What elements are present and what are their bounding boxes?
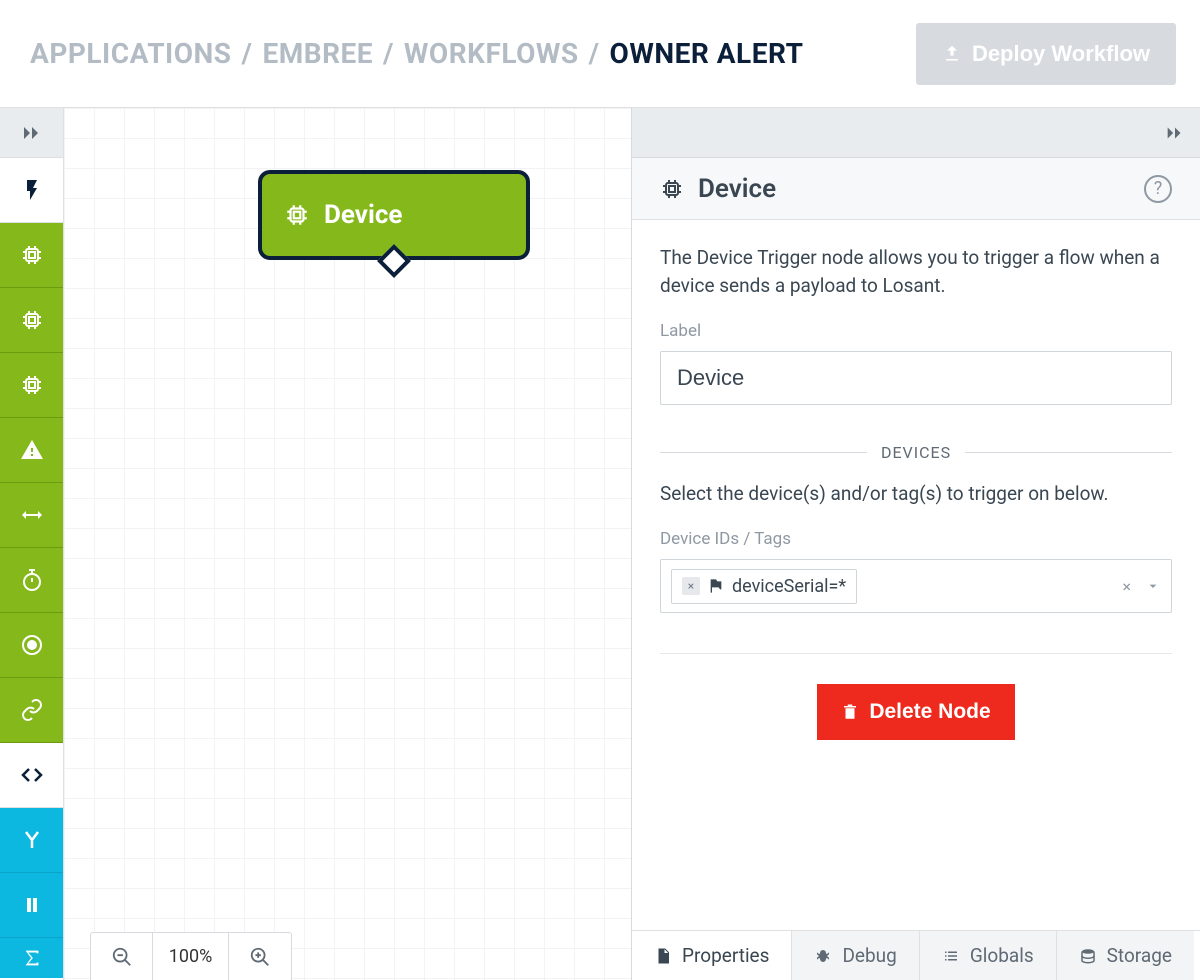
breadcrumb-current: OWNER ALERT — [610, 37, 804, 70]
document-icon — [654, 947, 672, 965]
zoom-in-button[interactable] — [229, 933, 291, 980]
panel-collapse-button[interactable] — [632, 108, 1200, 158]
flag-icon — [708, 578, 724, 594]
device-node-label: Device — [324, 200, 402, 230]
chevron-double-right-icon — [20, 121, 44, 145]
toolbar-code-button[interactable] — [0, 743, 63, 808]
list-icon — [942, 947, 960, 965]
tab-debug[interactable]: Debug — [792, 931, 919, 980]
divider — [660, 653, 1172, 654]
devices-section-divider: DEVICES — [660, 443, 1172, 462]
toolbar-device2-button[interactable] — [0, 288, 63, 353]
header: APPLICATIONS / EMBREE / WORKFLOWS / OWNE… — [0, 0, 1200, 108]
toolbar-pause-button[interactable] — [0, 873, 63, 938]
database-icon — [1079, 947, 1097, 965]
devices-section-help: Select the device(s) and/or tag(s) to tr… — [660, 482, 1172, 505]
toolbar-triggers-button[interactable] — [0, 158, 63, 223]
bug-icon — [814, 947, 832, 965]
device-ids-input[interactable]: × deviceSerial=* × — [660, 559, 1172, 613]
panel-tabs: Properties Debug Globals Storage — [632, 930, 1200, 980]
toolbar-collapse-button[interactable] — [0, 108, 63, 158]
chip-icon — [20, 243, 44, 267]
trash-icon — [841, 703, 859, 721]
chip-icon — [660, 177, 684, 201]
delete-node-button[interactable]: Delete Node — [817, 684, 1014, 740]
swap-icon — [20, 503, 44, 527]
record-icon — [20, 633, 44, 657]
toolbar-device3-button[interactable] — [0, 353, 63, 418]
chip-icon — [20, 373, 44, 397]
tag-input-controls: × — [1122, 577, 1161, 596]
device-node[interactable]: Device — [258, 170, 530, 260]
toolbar-swap-button[interactable] — [0, 483, 63, 548]
workflow-canvas[interactable]: Device 100% — [64, 108, 632, 980]
main: Device 100% Device ? The — [0, 108, 1200, 980]
tab-properties-label: Properties — [682, 944, 769, 967]
divider-line — [965, 452, 1172, 453]
label-field-label: Label — [660, 321, 1172, 341]
breadcrumb-sep: / — [242, 37, 253, 70]
toolbar-sum-button[interactable] — [0, 938, 63, 978]
tab-debug-label: Debug — [842, 944, 896, 967]
node-output-port[interactable] — [377, 244, 411, 278]
toolbar-warning-button[interactable] — [0, 418, 63, 483]
clear-tags-button[interactable]: × — [1122, 577, 1131, 596]
branch-icon — [20, 828, 44, 852]
panel-body: The Device Trigger node allows you to tr… — [632, 220, 1200, 930]
zoom-in-icon — [249, 946, 271, 968]
delete-node-label: Delete Node — [869, 700, 990, 724]
zoom-controls: 100% — [90, 932, 292, 980]
upload-icon — [942, 44, 962, 64]
left-toolbar — [0, 108, 64, 980]
zoom-out-button[interactable] — [91, 933, 153, 980]
dropdown-caret-icon[interactable] — [1145, 578, 1161, 594]
toolbar-link-button[interactable] — [0, 678, 63, 743]
help-button[interactable]: ? — [1144, 175, 1172, 203]
devices-section-title: DEVICES — [881, 443, 951, 462]
device-tag-label: deviceSerial=* — [732, 576, 846, 597]
panel-header: Device ? — [632, 158, 1200, 220]
code-icon — [20, 763, 44, 787]
toolbar-branch-button[interactable] — [0, 808, 63, 873]
deploy-workflow-label: Deploy Workflow — [972, 41, 1150, 67]
panel-description: The Device Trigger node allows you to tr… — [660, 244, 1172, 299]
toolbar-device-button[interactable] — [0, 223, 63, 288]
link-icon — [20, 698, 44, 722]
panel-title: Device — [698, 174, 776, 204]
chevron-double-right-icon — [1164, 122, 1186, 144]
breadcrumb-workflows[interactable]: WORKFLOWS — [404, 37, 579, 70]
chip-icon — [20, 308, 44, 332]
chip-icon — [284, 202, 310, 228]
remove-tag-button[interactable]: × — [682, 577, 700, 595]
stopwatch-icon — [20, 568, 44, 592]
breadcrumb-sep: / — [383, 37, 394, 70]
tab-storage-label: Storage — [1107, 944, 1172, 967]
toolbar-timer-button[interactable] — [0, 548, 63, 613]
label-input[interactable] — [660, 351, 1172, 405]
zoom-level: 100% — [153, 933, 229, 980]
breadcrumb: APPLICATIONS / EMBREE / WORKFLOWS / OWNE… — [30, 37, 803, 70]
help-icon: ? — [1154, 178, 1163, 199]
breadcrumb-embree[interactable]: EMBREE — [262, 37, 373, 70]
bolt-icon — [20, 178, 44, 202]
properties-panel: Device ? The Device Trigger node allows … — [632, 108, 1200, 980]
zoom-out-icon — [111, 946, 133, 968]
divider-line — [660, 452, 867, 453]
tab-globals-label: Globals — [970, 944, 1034, 967]
tab-properties[interactable]: Properties — [632, 931, 792, 980]
tab-storage[interactable]: Storage — [1057, 931, 1194, 980]
deploy-workflow-button[interactable]: Deploy Workflow — [916, 23, 1176, 85]
device-ids-label: Device IDs / Tags — [660, 529, 1172, 549]
toolbar-record-button[interactable] — [0, 613, 63, 678]
panel-title-group: Device — [660, 174, 776, 204]
warning-icon — [20, 438, 44, 462]
breadcrumb-sep: / — [589, 37, 600, 70]
device-tag-chip: × deviceSerial=* — [671, 569, 857, 604]
breadcrumb-applications[interactable]: APPLICATIONS — [30, 37, 232, 70]
tab-globals[interactable]: Globals — [920, 931, 1057, 980]
pause-icon — [20, 893, 44, 917]
sigma-icon — [21, 947, 43, 969]
